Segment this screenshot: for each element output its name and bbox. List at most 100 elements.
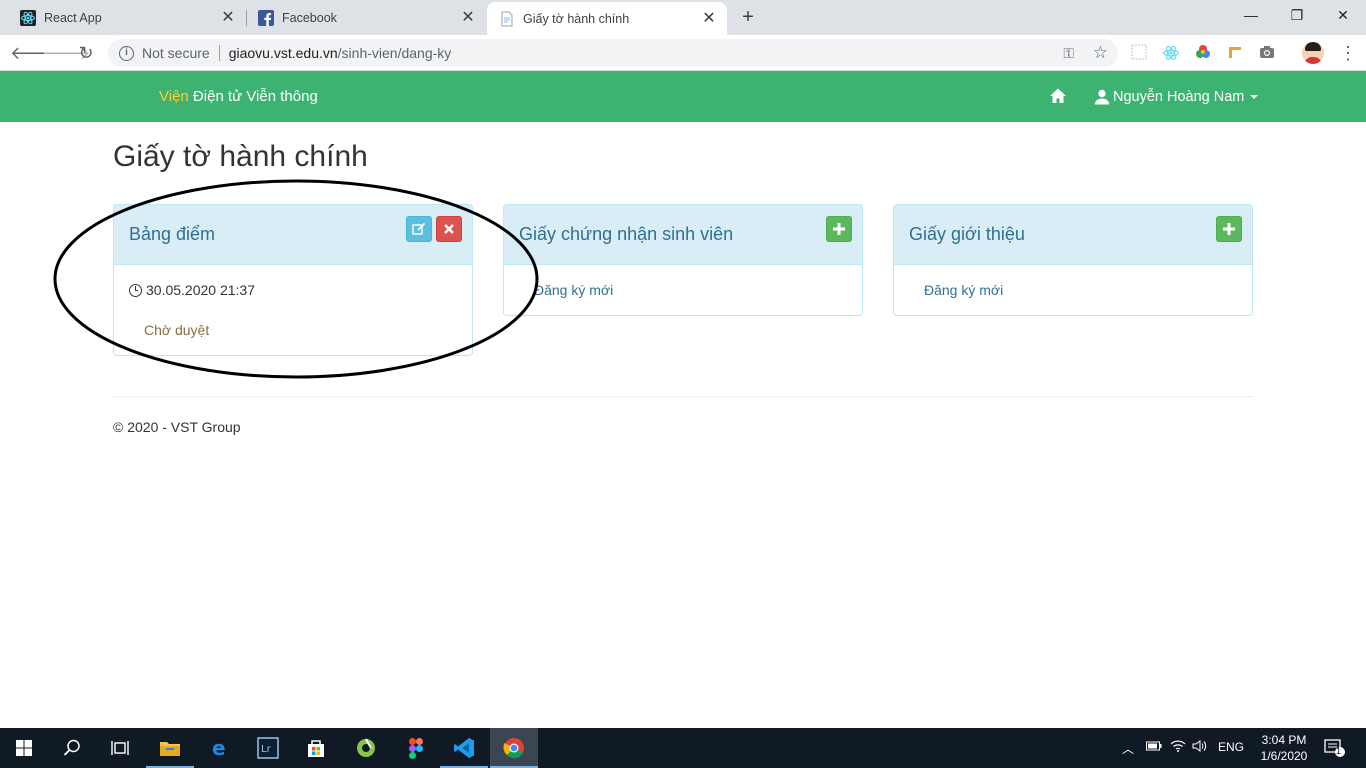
tab-giay-to-hanh-chinh[interactable]: Giấy tờ hành chính ✕	[487, 2, 727, 35]
user-name: Nguyễn Hoàng Nam	[1113, 89, 1245, 105]
new-tab-button[interactable]: +	[737, 6, 759, 28]
address-bar[interactable]: i Not secure giaovu.vst.edu.vn /sinh-vie…	[108, 39, 1118, 67]
battery-icon[interactable]	[1146, 740, 1162, 754]
volume-icon[interactable]	[1192, 740, 1208, 755]
edge-button[interactable]: e	[196, 728, 244, 768]
site-navbar: Viện Điện tử Viễn thông Nguyễn Hoàng Nam	[0, 71, 1366, 122]
close-icon[interactable]: ✕	[460, 9, 476, 26]
vscode-icon	[454, 738, 474, 758]
chevron-up-icon[interactable]: ︿	[1122, 740, 1134, 757]
store-button[interactable]	[292, 728, 340, 768]
search-button[interactable]	[48, 728, 96, 768]
system-clock[interactable]: 3:04 PM 1/6/2020	[1254, 732, 1314, 764]
back-button[interactable]: 🡐	[10, 41, 58, 65]
datetime-text: 30.05.2020 21:37	[146, 282, 255, 298]
panel-heading: Bảng điểm	[114, 205, 472, 265]
language-indicator[interactable]: ENG	[1218, 740, 1244, 754]
ruler-icon[interactable]	[1226, 44, 1244, 62]
address-divider	[218, 45, 220, 61]
panel-heading: Giấy giới thiệu	[894, 205, 1252, 265]
panel-title: Giấy chứng nhận sinh viên	[519, 224, 734, 244]
caret-down-icon	[1250, 95, 1259, 99]
close-icon[interactable]: ✕	[701, 10, 717, 27]
action-center-button[interactable]: 1	[1324, 738, 1346, 761]
svg-text:e: e	[212, 737, 226, 759]
browser-menu-button[interactable]: ⋮	[1338, 41, 1358, 65]
figma-button[interactable]	[392, 728, 440, 768]
chrome-button[interactable]	[490, 728, 538, 768]
clock-date: 1/6/2020	[1260, 749, 1308, 763]
clock-time: 3:04 PM	[1261, 733, 1307, 747]
minimize-button[interactable]: —	[1228, 0, 1274, 30]
plus-icon	[833, 223, 845, 235]
app-icon	[357, 738, 375, 757]
edit-button[interactable]	[406, 216, 432, 242]
document-icon	[499, 11, 515, 27]
forward-button[interactable]: 🡒	[42, 41, 90, 65]
folder-icon	[160, 742, 180, 756]
panel-giay-chung-nhan-sinh-vien: Giấy chứng nhận sinh viên Đăng ký mới	[503, 204, 863, 316]
profile-avatar[interactable]	[1302, 42, 1324, 64]
panel-heading: Giấy chứng nhận sinh viên	[504, 205, 862, 265]
notification-icon	[1324, 739, 1345, 757]
clock-icon	[129, 283, 142, 297]
tab-facebook[interactable]: Facebook ✕	[238, 0, 486, 35]
add-button[interactable]	[826, 216, 852, 242]
page-title: Giấy tờ hành chính	[113, 140, 368, 173]
panel-title: Bảng điểm	[129, 224, 216, 244]
edge-icon: e	[212, 737, 226, 759]
register-new-link[interactable]: Đăng ký mới	[924, 282, 1003, 298]
store-icon	[308, 740, 324, 757]
facebook-icon	[258, 9, 274, 26]
panel-body: Đăng ký mới	[504, 265, 862, 315]
restore-button[interactable]: ❐	[1274, 0, 1320, 30]
user-dropdown[interactable]: Nguyễn Hoàng Nam	[1094, 87, 1259, 107]
browser-tab-bar: React App ✕ Facebook ✕ Giấy tờ hành chín…	[0, 0, 1366, 35]
task-view-button[interactable]	[96, 728, 144, 768]
panel-body: 30.05.2020 21:37 Chờ duyệt	[114, 265, 472, 355]
notification-count: 1	[1336, 746, 1342, 756]
file-explorer-button[interactable]	[146, 728, 194, 768]
info-icon[interactable]: i	[119, 45, 134, 61]
bookmark-star-icon[interactable]: ☆	[1093, 43, 1108, 63]
add-button[interactable]	[1216, 216, 1242, 242]
lightroom-icon: Lr	[257, 737, 279, 759]
brand-highlight: Viện	[159, 88, 189, 105]
status-text: Chờ duyệt	[144, 322, 210, 338]
reload-button[interactable]: ↻	[74, 41, 98, 65]
footer-text: © 2020 - VST Group	[113, 419, 241, 435]
close-icon[interactable]: ✕	[220, 9, 236, 26]
wifi-icon[interactable]	[1170, 740, 1186, 755]
register-new-link[interactable]: Đăng ký mới	[534, 282, 613, 298]
browser-toolbar: 🡐 🡒 ↻ i Not secure giaovu.vst.edu.vn /si…	[0, 35, 1366, 71]
tab-title: Giấy tờ hành chính	[523, 11, 630, 26]
brand-text: Điện tử Viễn thông	[188, 88, 318, 105]
extension-icon[interactable]	[1130, 44, 1148, 62]
home-icon[interactable]	[1049, 87, 1067, 105]
key-icon[interactable]: ⚿	[1063, 45, 1074, 62]
lightroom-button[interactable]: Lr	[244, 728, 292, 768]
panel-giay-gioi-thieu: Giấy giới thiệu Đăng ký mới	[893, 204, 1253, 316]
edit-icon	[412, 222, 426, 235]
panel-body: Đăng ký mới	[894, 265, 1252, 315]
color-picker-icon[interactable]	[1194, 44, 1212, 62]
task-view-icon	[111, 741, 129, 755]
camera-icon[interactable]	[1258, 44, 1276, 62]
windows-icon	[16, 740, 32, 756]
brand-link[interactable]: Viện Điện tử Viễn thông	[159, 88, 318, 105]
url-host: giaovu.vst.edu.vn	[228, 45, 338, 61]
react-devtools-icon[interactable]	[1162, 44, 1180, 62]
vscode-button[interactable]	[440, 728, 488, 768]
tab-title: React App	[44, 10, 102, 25]
close-window-button[interactable]: ✕	[1320, 0, 1366, 30]
footer-divider	[113, 396, 1253, 397]
tab-react-app[interactable]: React App ✕	[0, 0, 246, 35]
chrome-icon	[503, 738, 524, 759]
app-green-button[interactable]	[342, 728, 390, 768]
search-icon	[63, 739, 80, 756]
user-icon	[1094, 89, 1110, 105]
taskbar: e Lr ︿ ENG 3:04 PM 1/6/2020 1	[0, 728, 1366, 768]
start-button[interactable]	[0, 728, 48, 768]
svg-text:Lr: Lr	[261, 744, 272, 755]
delete-button[interactable]	[436, 216, 462, 242]
